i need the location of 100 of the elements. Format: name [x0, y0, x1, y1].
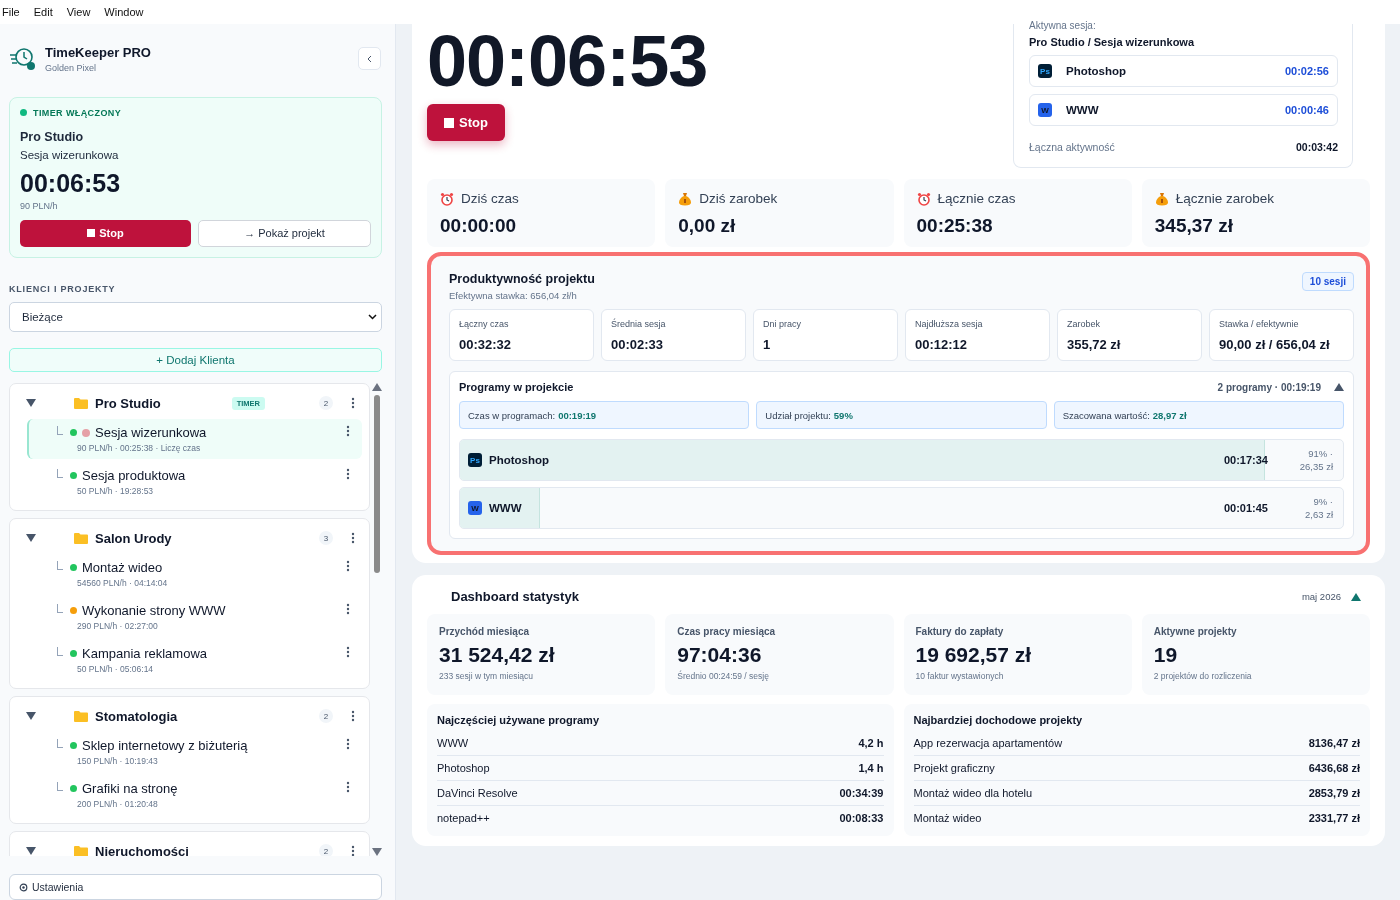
kpi-value: 19 692,57 zł — [915, 643, 1033, 667]
project-item[interactable]: Wykonanie strony WWW 290 PLN/h · 02:27:00 — [27, 597, 362, 638]
filter-dropdown[interactable]: Bieżące — [9, 301, 382, 332]
project-name: Kampania reklamowa — [82, 646, 207, 662]
alarm-clock-icon — [916, 191, 931, 206]
stop-button[interactable]: Stop — [427, 104, 505, 141]
app-icon: W — [468, 501, 482, 515]
more-icon[interactable] — [346, 781, 350, 794]
panel-title: Programy w projekcie — [459, 381, 574, 393]
kpi-label: Przychód miesiąca — [439, 626, 531, 637]
section-label: KLIENCI I PROJEKTY — [9, 283, 117, 294]
kpi-note: 233 sesji w tym miesiącu — [439, 671, 534, 681]
panel-title: Dashboard statystyk — [451, 589, 579, 604]
settings-button[interactable]: Ustawienia — [9, 874, 382, 900]
menu-item[interactable]: Edit — [33, 6, 53, 18]
project-count: 2 — [319, 396, 333, 411]
expand-caret-icon[interactable] — [26, 712, 36, 721]
metric-value: 00:02:33 — [611, 337, 665, 352]
summary-chip: Czas w programach: 00:19:19 — [459, 401, 750, 429]
kpi-label: Faktury do zapłaty — [915, 626, 1005, 637]
kpi-note: 10 faktur wystawionych — [915, 671, 1005, 681]
item-value: 00:34:39 — [839, 787, 884, 799]
expand-caret-icon[interactable] — [26, 534, 36, 543]
timer-display: 00:06:53 — [427, 22, 708, 100]
item-name: Montaż wideo dla hotelu — [913, 787, 1033, 799]
show-project-button[interactable]: → Pokaż projekt — [198, 219, 371, 247]
app-icon: Ps — [468, 453, 482, 467]
scroll-up-icon[interactable] — [372, 383, 382, 392]
more-icon[interactable] — [351, 397, 355, 410]
project-name: Sklep internetowy z biżuterią — [82, 738, 248, 754]
total-activity-value: 00:03:42 — [1295, 141, 1338, 153]
session-count: 10 sesji — [1301, 272, 1354, 291]
menu-item[interactable]: File — [2, 6, 20, 18]
project-meta: 54560 PLN/h · 04:14:04 — [77, 578, 169, 589]
collapse-caret-icon[interactable] — [1334, 383, 1344, 391]
item-value: 4,2 h — [858, 737, 884, 749]
metric-value: 355,72 zł — [1067, 337, 1122, 352]
project-name: Wykonanie strony WWW — [82, 603, 226, 619]
item-name: App rezerwacja apartamentów — [913, 737, 1063, 749]
item-name: Montaż wideo — [913, 812, 982, 824]
more-icon[interactable] — [346, 646, 350, 659]
project-name: Grafiki na stronę — [82, 781, 178, 797]
metric-label: Dni pracy — [763, 319, 802, 329]
list-title: Najbardziej dochodowe projekty — [913, 714, 1084, 726]
add-client-button[interactable]: + Dodaj Klienta — [9, 347, 382, 373]
project-item[interactable]: Sesja produktowa 50 PLN/h · 19:28:53 — [27, 462, 362, 503]
alarm-clock-icon — [440, 191, 454, 206]
kpi-label: Czas pracy miesiąca — [677, 626, 777, 637]
menu-item[interactable]: View — [66, 6, 91, 18]
item-name: Projekt graficzny — [913, 762, 995, 774]
client-name[interactable]: Stomatologia — [95, 708, 178, 724]
panel-subtitle: Efektywna stawka: 656,04 zł/h — [449, 290, 578, 301]
stop-button[interactable]: Stop — [20, 219, 191, 247]
project-item[interactable]: Grafiki na stronę 200 PLN/h · 01:20:48 — [27, 775, 362, 816]
programs-summary: 2 programy · 00:19:19 — [1217, 381, 1321, 393]
more-icon[interactable] — [351, 845, 355, 857]
money-bag-icon — [1154, 191, 1169, 206]
client-name[interactable]: Pro Studio — [95, 395, 161, 411]
expand-caret-icon[interactable] — [26, 399, 36, 408]
timer-display: 00:06:53 — [20, 168, 122, 198]
project-item[interactable]: Montaż wideo 54560 PLN/h · 04:14:04 — [27, 554, 362, 595]
more-icon[interactable] — [351, 710, 355, 723]
scrollbar-thumb[interactable] — [374, 395, 380, 574]
settings-icon — [19, 882, 28, 892]
kpi-value: 19 — [1153, 643, 1179, 667]
metric-label: Średnia sesja — [611, 319, 667, 329]
project-item[interactable]: Sklep internetowy z biżuterią 150 PLN/h · 10:19:43 — [27, 732, 362, 773]
client-name[interactable]: Salon Urody — [95, 530, 172, 546]
more-icon[interactable] — [346, 560, 350, 573]
metric-label: Stawka / efektywnie — [1219, 319, 1300, 329]
project-item[interactable]: Sesja wizerunkowa 90 PLN/h · 00:25:38 · Liczę czas — [27, 419, 362, 460]
clock-logo-icon — [9, 45, 37, 72]
stat-label: Dziś zarobek — [699, 191, 778, 206]
more-icon[interactable] — [346, 738, 350, 751]
more-icon[interactable] — [346, 468, 350, 481]
stat-value: 345,37 zł — [1154, 215, 1234, 237]
project-item[interactable]: Kampania reklamowa 50 PLN/h · 05:06:14 — [27, 640, 362, 681]
expand-caret-icon[interactable] — [26, 847, 36, 856]
company-name: Golden Pixel — [45, 62, 98, 73]
chevron-left-icon — [367, 54, 372, 63]
metric-label: Łączny czas — [459, 319, 510, 329]
more-icon[interactable] — [346, 603, 350, 616]
more-icon[interactable] — [351, 532, 355, 545]
project-meta: 90 PLN/h · 00:25:38 · Liczę czas — [77, 443, 202, 454]
more-icon[interactable] — [346, 425, 350, 438]
summary-chip: Szacowana wartość: 28,97 zł — [1053, 401, 1344, 429]
client-name[interactable]: Nieruchomości — [95, 843, 189, 857]
list-title: Najczęściej używane programy — [437, 714, 600, 726]
project-count: 2 — [319, 709, 333, 724]
project-meta: 290 PLN/h · 02:27:00 — [77, 621, 159, 632]
total-activity-label: Łączna aktywność — [1029, 141, 1115, 153]
chevron-down-icon — [368, 313, 377, 320]
menu-item[interactable]: Window — [104, 6, 144, 18]
kpi-note: 2 projektów do rozliczenia — [1153, 671, 1253, 681]
kpi-value: 31 524,42 zł — [439, 643, 556, 667]
collapse-caret-icon[interactable] — [1351, 592, 1361, 601]
scroll-down-icon[interactable] — [372, 848, 382, 857]
active-session-name: Pro Studio / Sesja wizerunkowa — [1029, 36, 1196, 48]
stat-value: 0,00 zł — [678, 215, 737, 237]
program-name: WWW — [489, 502, 522, 514]
